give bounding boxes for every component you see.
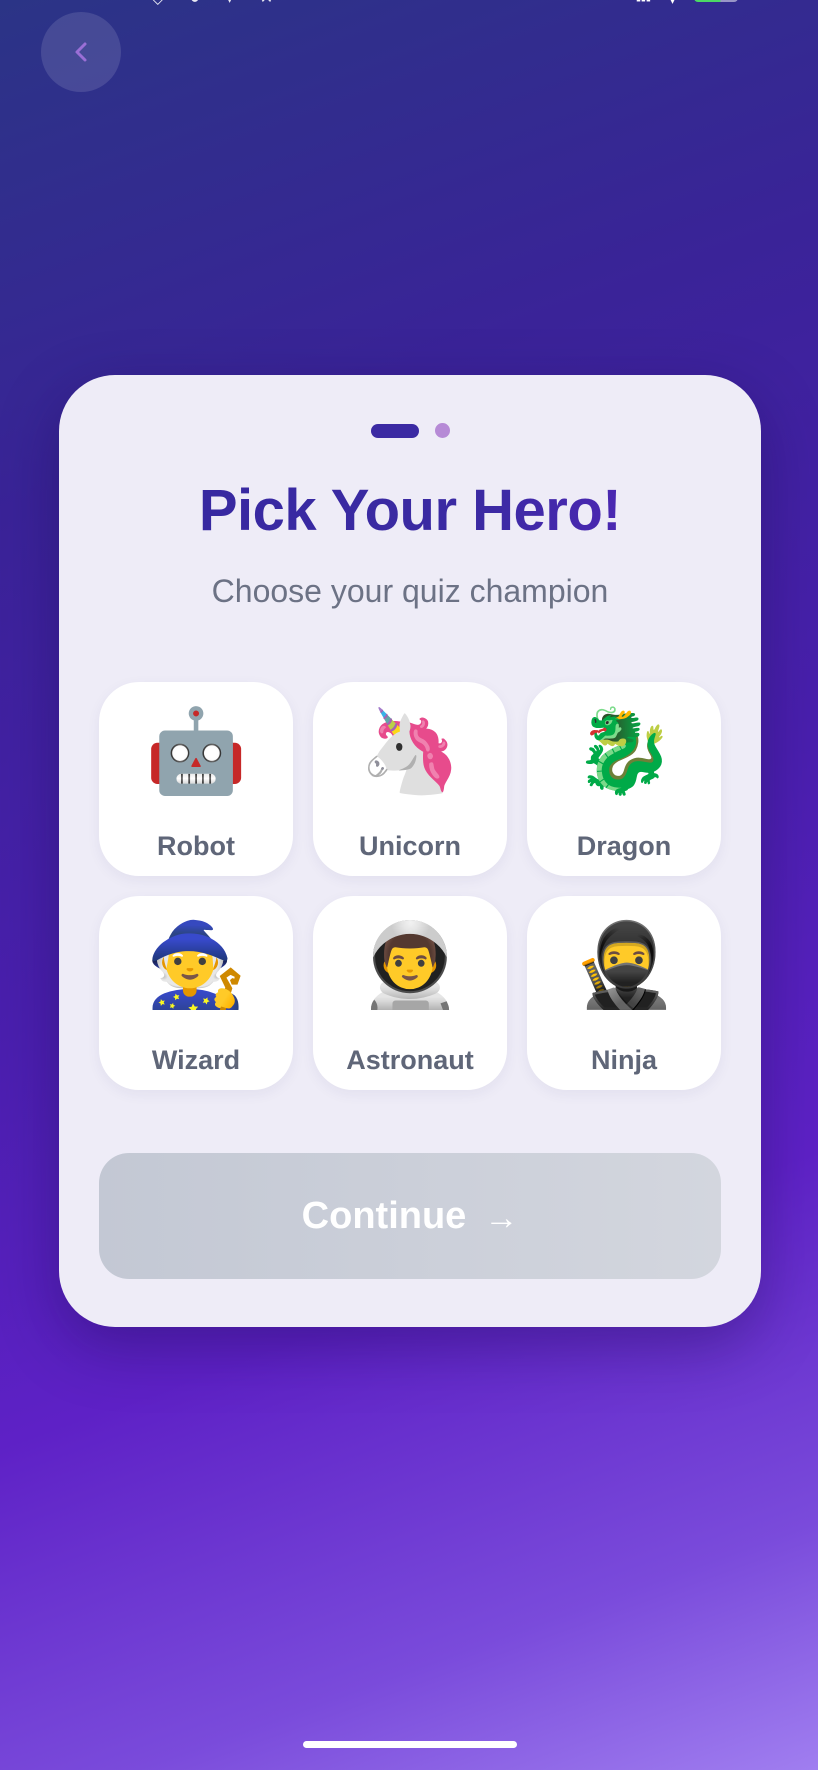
location-icon: ◇ [152,0,164,7]
hero-selection-card: Pick Your Hero! Choose your quiz champio… [59,375,761,1327]
continue-label: Continue [301,1194,467,1237]
page-title: Pick Your Hero! [59,477,761,544]
dragon-icon: 🐉 [572,706,676,797]
notification-icon: ◦ [120,0,126,7]
hero-label: Wizard [151,1045,241,1075]
home-indicator[interactable] [303,1741,517,1748]
hero-label: Ninja [590,1045,657,1075]
x-icon: ✕ [260,0,273,7]
step-dot-active [370,423,419,438]
status-bar: ◦ ◇ ● ▾ ✕ ▪▪▪ ▾ [0,0,818,8]
hero-option-ninja[interactable]: 🥷 Ninja [527,896,721,1090]
hero-option-unicorn[interactable]: 🦄 Unicorn [313,682,507,876]
battery-icon [694,0,738,2]
unicorn-icon: 🦄 [358,706,462,797]
hero-label: Dragon [576,831,672,861]
wizard-icon: 🧙 [144,920,248,1011]
signal-icon: ▪▪▪ [636,0,651,6]
globe-icon: ● [190,0,200,7]
hero-option-dragon[interactable]: 🐉 Dragon [527,682,721,876]
page-subtitle: Choose your quiz champion [211,573,609,609]
robot-icon: 🤖 [144,706,248,797]
wifi-icon: ▾ [669,0,676,6]
arrow-right-icon: → [484,1198,519,1237]
hero-label: Robot [157,831,235,861]
status-icons-left: ◦ ◇ ● ▾ ✕ [120,0,273,7]
hero-option-wizard[interactable]: 🧙 Wizard [99,896,293,1090]
ninja-icon: 🥷 [572,920,676,1011]
step-dot-inactive [434,423,450,438]
chevron-left-icon [75,42,87,62]
hero-label: Unicorn [358,831,461,861]
pin-icon: ▾ [226,0,234,7]
hero-label: Astronaut [346,1045,474,1075]
hero-grid: 🤖 Robot 🦄 Unicorn 🐉 Dragon 🧙 Wizard 👨‍🚀 … [99,682,721,1090]
continue-button[interactable]: Continue → [99,1153,721,1279]
step-indicator [59,423,761,438]
astronaut-icon: 👨‍🚀 [358,920,462,1011]
status-icons-right: ▪▪▪ ▾ [636,0,738,6]
hero-option-astronaut[interactable]: 👨‍🚀 Astronaut [313,896,507,1090]
back-button[interactable] [41,12,121,92]
hero-option-robot[interactable]: 🤖 Robot [99,682,293,876]
